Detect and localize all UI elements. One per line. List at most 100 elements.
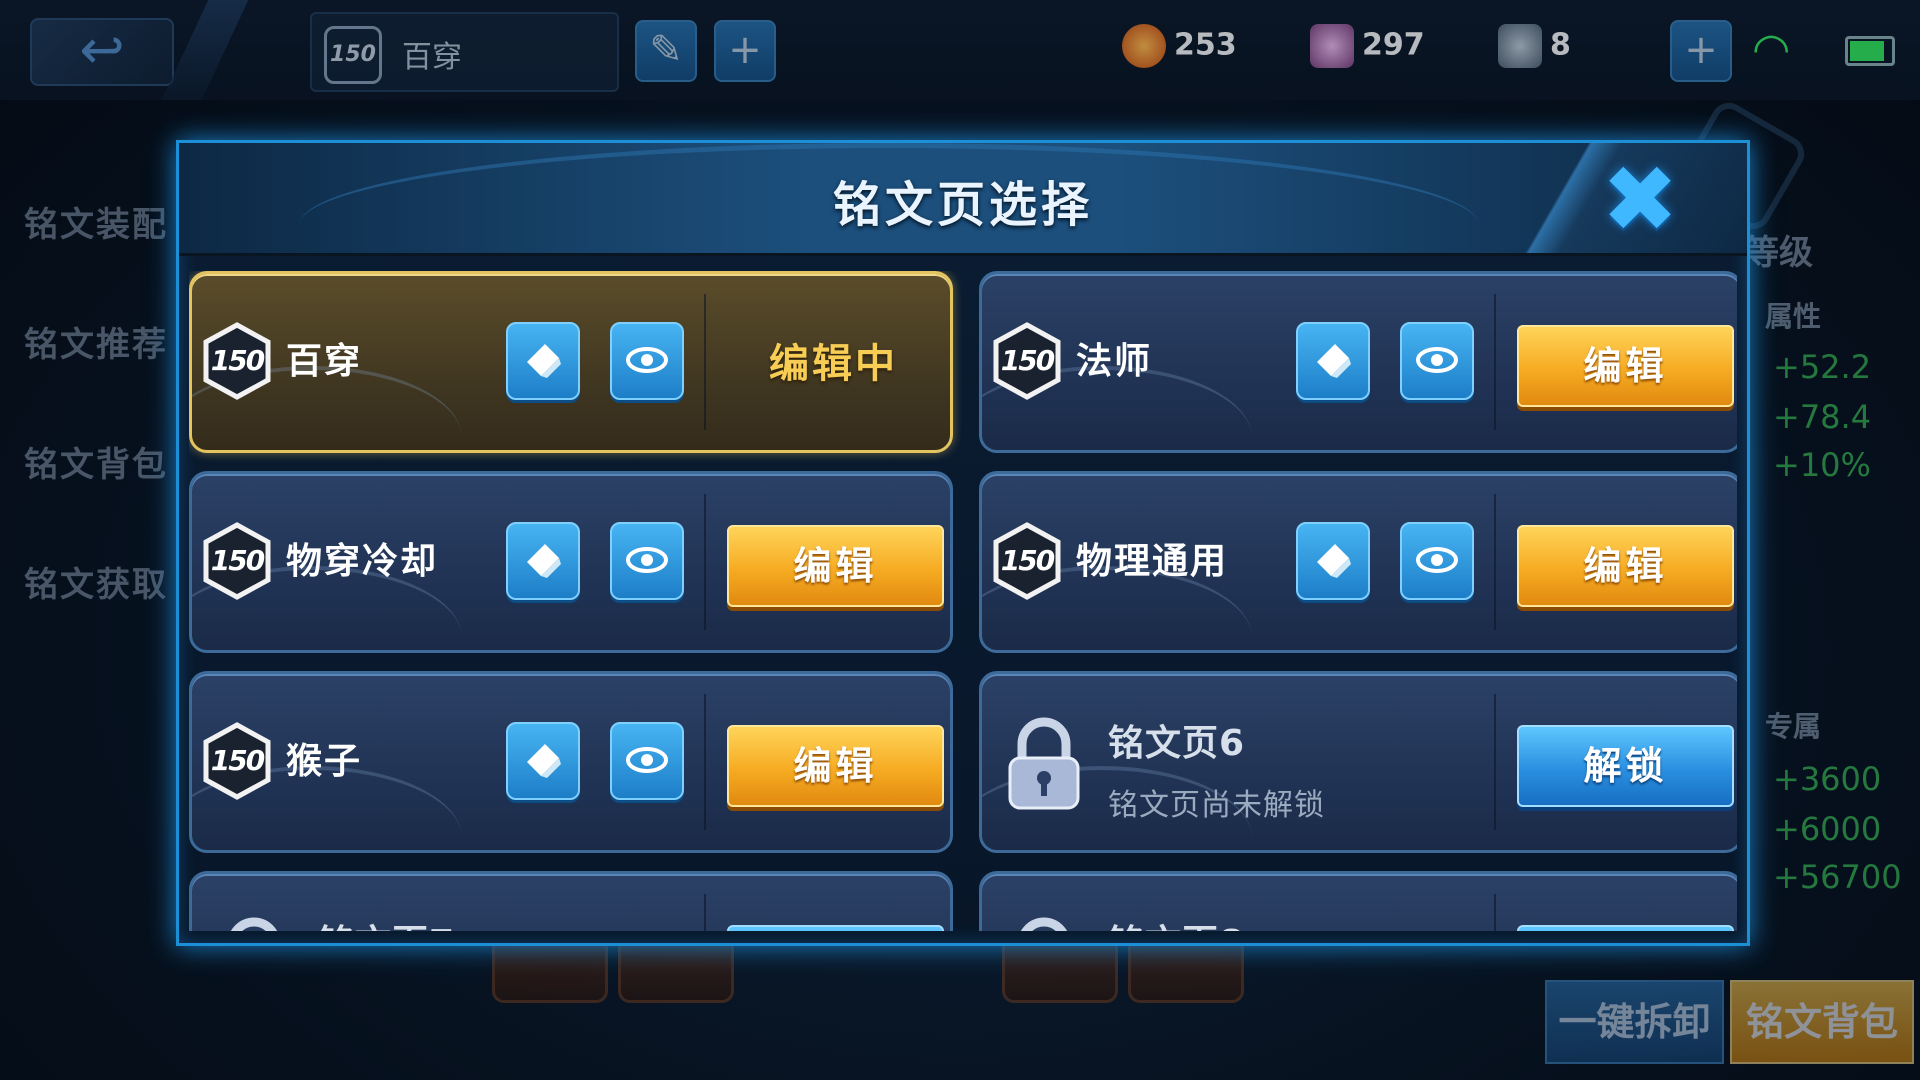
side-item-equip[interactable]: 铭文装配 [0, 165, 175, 285]
side-menu: 铭文装配 铭文推荐 铭文背包 铭文获取 [0, 165, 175, 645]
rename-button[interactable] [1296, 322, 1370, 400]
card-divider [1494, 694, 1496, 830]
pencil-icon [1317, 344, 1351, 378]
recharge-button[interactable]: + [1670, 20, 1732, 82]
pencil-icon [527, 544, 561, 578]
close-icon: ✖ [1601, 146, 1679, 253]
diamond-amount: 297 [1362, 27, 1425, 63]
right-info-panel: 等级 属性 +52.2 +78.4 +10% 专属 +3600 +6000 +5… [1745, 0, 1920, 1080]
rune-bag-button[interactable]: 铭文背包 [1730, 980, 1914, 1064]
preview-button[interactable] [1400, 322, 1474, 400]
side-item-bag[interactable]: 铭文背包 [0, 405, 175, 525]
edit-button[interactable]: 编辑 [727, 525, 944, 607]
preview-button[interactable] [610, 722, 684, 800]
unlock-button[interactable] [1517, 925, 1734, 931]
lock-icon [1008, 717, 1080, 810]
rune-page-card[interactable]: 150 物穿冷却 编辑 [189, 471, 953, 653]
page-name: 物穿冷却 [286, 541, 439, 582]
unlock-button[interactable]: 解锁 [1517, 725, 1734, 807]
pencil-icon [527, 344, 561, 378]
fragment-counter: 8 [1498, 24, 1571, 74]
rename-button[interactable]: ✎ [635, 20, 697, 82]
card-divider [1494, 294, 1496, 430]
page-level: 150 [1000, 344, 1055, 377]
page-name: 物理通用 [1076, 541, 1229, 582]
pencil-icon [527, 744, 561, 778]
card-divider [1494, 894, 1496, 931]
dialog-title: 铭文页选择 [832, 177, 1093, 233]
fragment-amount: 8 [1550, 27, 1571, 63]
current-page-name: 百穿 [402, 40, 462, 75]
lock-icon [1021, 917, 1067, 931]
unlock-button[interactable] [727, 925, 944, 931]
fragment-icon [1498, 24, 1542, 68]
diamond-counter: 297 [1310, 24, 1425, 74]
card-divider [704, 494, 706, 630]
gold-counter: 253 [1122, 24, 1237, 74]
current-rune-page[interactable]: 150 百穿 [310, 12, 619, 92]
exclusive-value: +6000 [1773, 810, 1882, 848]
rename-button[interactable] [1296, 522, 1370, 600]
page-name: 铭文页6 [1108, 723, 1246, 764]
attr-value: +78.4 [1773, 398, 1872, 436]
page-name: 百穿 [286, 341, 363, 382]
page-level: 150 [210, 544, 265, 577]
dialog-header: 铭文页选择 ✖ [179, 143, 1747, 256]
side-item-obtain[interactable]: 铭文获取 [0, 525, 175, 645]
preview-button[interactable] [610, 322, 684, 400]
divider [161, 0, 249, 100]
gold-amount: 253 [1174, 27, 1237, 63]
eye-icon [626, 547, 668, 573]
attr-value: +10% [1773, 446, 1871, 484]
page-name: 猴子 [286, 741, 363, 782]
rune-page-card[interactable]: 150 百穿 编辑中 [189, 271, 953, 453]
add-page-button[interactable]: + [714, 20, 776, 82]
rune-page-card-locked[interactable]: 铭文页7 [189, 871, 953, 931]
preview-button[interactable] [610, 522, 684, 600]
top-bar: ↩ 150 百穿 ✎ + 253 297 8 + ◠ [0, 0, 1920, 100]
editing-status: 编辑中 [769, 341, 898, 387]
rename-button[interactable] [506, 322, 580, 400]
page-name: 法师 [1076, 341, 1153, 382]
rune-page-select-dialog: 铭文页选择 ✖ 150 百穿 编辑中 150 法师 编辑 150 物穿冷却 编辑… [176, 140, 1750, 946]
page-level: 150 [210, 344, 265, 377]
card-divider [704, 694, 706, 830]
rune-page-card[interactable]: 150 物理通用 编辑 [979, 471, 1737, 653]
rune-page-card[interactable]: 150 法师 编辑 [979, 271, 1737, 453]
eye-icon [626, 347, 668, 373]
exclusive-value: +3600 [1773, 760, 1882, 798]
edit-button[interactable]: 编辑 [1517, 325, 1734, 407]
dismantle-all-button[interactable]: 一键拆卸 [1545, 980, 1724, 1064]
rune-page-card-locked[interactable]: 铭文页8 [979, 871, 1737, 931]
rune-page-card-locked[interactable]: 铭文页6 铭文页尚未解锁 解锁 [979, 671, 1737, 853]
locked-hint: 铭文页尚未解锁 [1108, 788, 1325, 823]
rename-button[interactable] [506, 722, 580, 800]
attr-value: +52.2 [1773, 348, 1872, 386]
side-item-recommend[interactable]: 铭文推荐 [0, 285, 175, 405]
lock-icon [231, 917, 277, 931]
eye-icon [1416, 547, 1458, 573]
back-button[interactable]: ↩ [30, 18, 174, 86]
page-level: 150 [1000, 544, 1055, 577]
card-divider [704, 894, 706, 931]
preview-button[interactable] [1400, 522, 1474, 600]
edit-button[interactable]: 编辑 [1517, 525, 1734, 607]
pencil-icon [1317, 544, 1351, 578]
level-label: 等级 [1745, 233, 1813, 273]
close-button[interactable]: ✖ [1597, 154, 1683, 246]
exclusive-label: 专属 [1765, 710, 1822, 743]
rename-button[interactable] [506, 522, 580, 600]
diamond-icon [1310, 24, 1354, 68]
page-name: 铭文页7 [318, 914, 455, 931]
eye-icon [1416, 347, 1458, 373]
gold-coin-icon [1122, 24, 1166, 68]
eye-icon [626, 747, 668, 773]
exclusive-value: +56700 [1773, 858, 1902, 896]
card-divider [704, 294, 706, 430]
edit-button[interactable]: 编辑 [727, 725, 944, 807]
page-name: 铭文页8 [1108, 914, 1245, 931]
level-badge: 150 [324, 26, 382, 84]
page-level: 150 [210, 744, 265, 777]
rune-page-list[interactable]: 150 百穿 编辑中 150 法师 编辑 150 物穿冷却 编辑 150 物理通… [189, 271, 1737, 931]
rune-page-card[interactable]: 150 猴子 编辑 [189, 671, 953, 853]
